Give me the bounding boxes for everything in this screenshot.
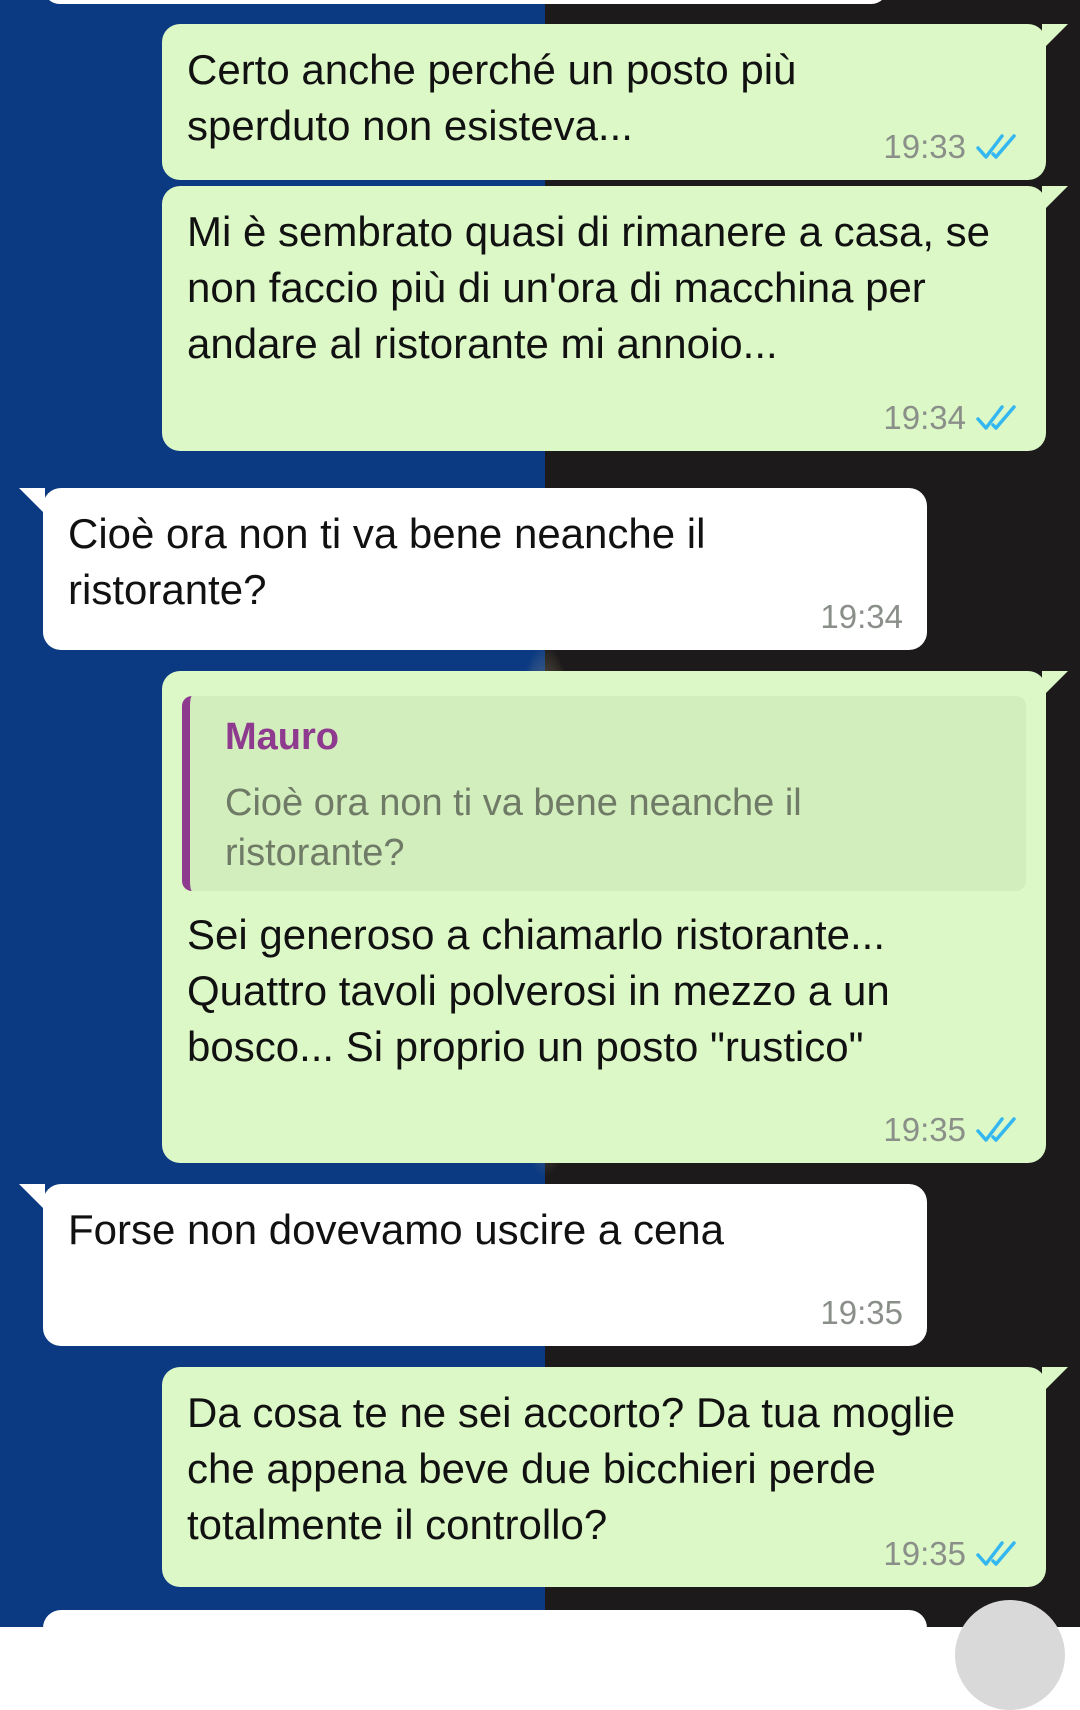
quoted-message[interactable]: Mauro Cioè ora non ti va bene neanche il… — [182, 696, 1026, 891]
message-meta: 19:34 — [820, 598, 903, 636]
message-meta: 19:35 — [883, 1535, 1022, 1573]
message-meta: 19:35 — [883, 1111, 1022, 1149]
message-text: Da cosa te ne sei accorto? Da tua moglie… — [187, 1389, 956, 1548]
message-text: Sei generoso a chiamarlo ristorante... Q… — [187, 911, 890, 1070]
scroll-down-button[interactable] — [955, 1600, 1065, 1710]
incoming-message[interactable]: Forse non dovevamo uscire a cena 19:35 — [19, 1184, 927, 1346]
previous-message-bubble[interactable] — [43, 0, 888, 4]
double-check-icon — [976, 134, 1016, 159]
double-check-icon — [976, 1117, 1016, 1142]
incoming-message[interactable]: Cioè ora non ti va bene neanche il risto… — [19, 488, 927, 650]
message-meta: 19:34 — [883, 399, 1022, 437]
quoted-author: Mauro — [225, 716, 339, 758]
double-check-icon — [976, 405, 1016, 430]
message-time: 19:35 — [820, 1294, 903, 1331]
outgoing-message[interactable]: Certo anche perché un posto più sperduto… — [162, 24, 1068, 180]
message-text: Mi è sembrato quasi di rimanere a casa, … — [187, 208, 991, 367]
quoted-text: Cioè ora non ti va bene neanche il risto… — [225, 782, 802, 874]
message-text: Certo anche perché un posto più sperduto… — [187, 46, 797, 149]
message-time: 19:34 — [820, 598, 903, 635]
double-check-icon — [976, 1541, 1016, 1566]
message-time: 19:34 — [883, 399, 966, 436]
message-text: Cioè ora non ti va bene neanche il risto… — [68, 510, 706, 613]
next-message-bubble[interactable] — [43, 1610, 927, 1650]
message-meta: 19:33 — [883, 128, 1022, 166]
outgoing-message[interactable]: Mi è sembrato quasi di rimanere a casa, … — [162, 186, 1068, 451]
message-time: 19:35 — [883, 1535, 966, 1572]
message-text: Forse non dovevamo uscire a cena — [68, 1206, 725, 1253]
outgoing-reply-message[interactable]: Mauro Cioè ora non ti va bene neanche il… — [162, 671, 1068, 1163]
message-time: 19:33 — [883, 128, 966, 165]
outgoing-message[interactable]: Da cosa te ne sei accorto? Da tua moglie… — [162, 1367, 1068, 1587]
message-time: 19:35 — [883, 1111, 966, 1148]
message-meta: 19:35 — [820, 1294, 903, 1332]
